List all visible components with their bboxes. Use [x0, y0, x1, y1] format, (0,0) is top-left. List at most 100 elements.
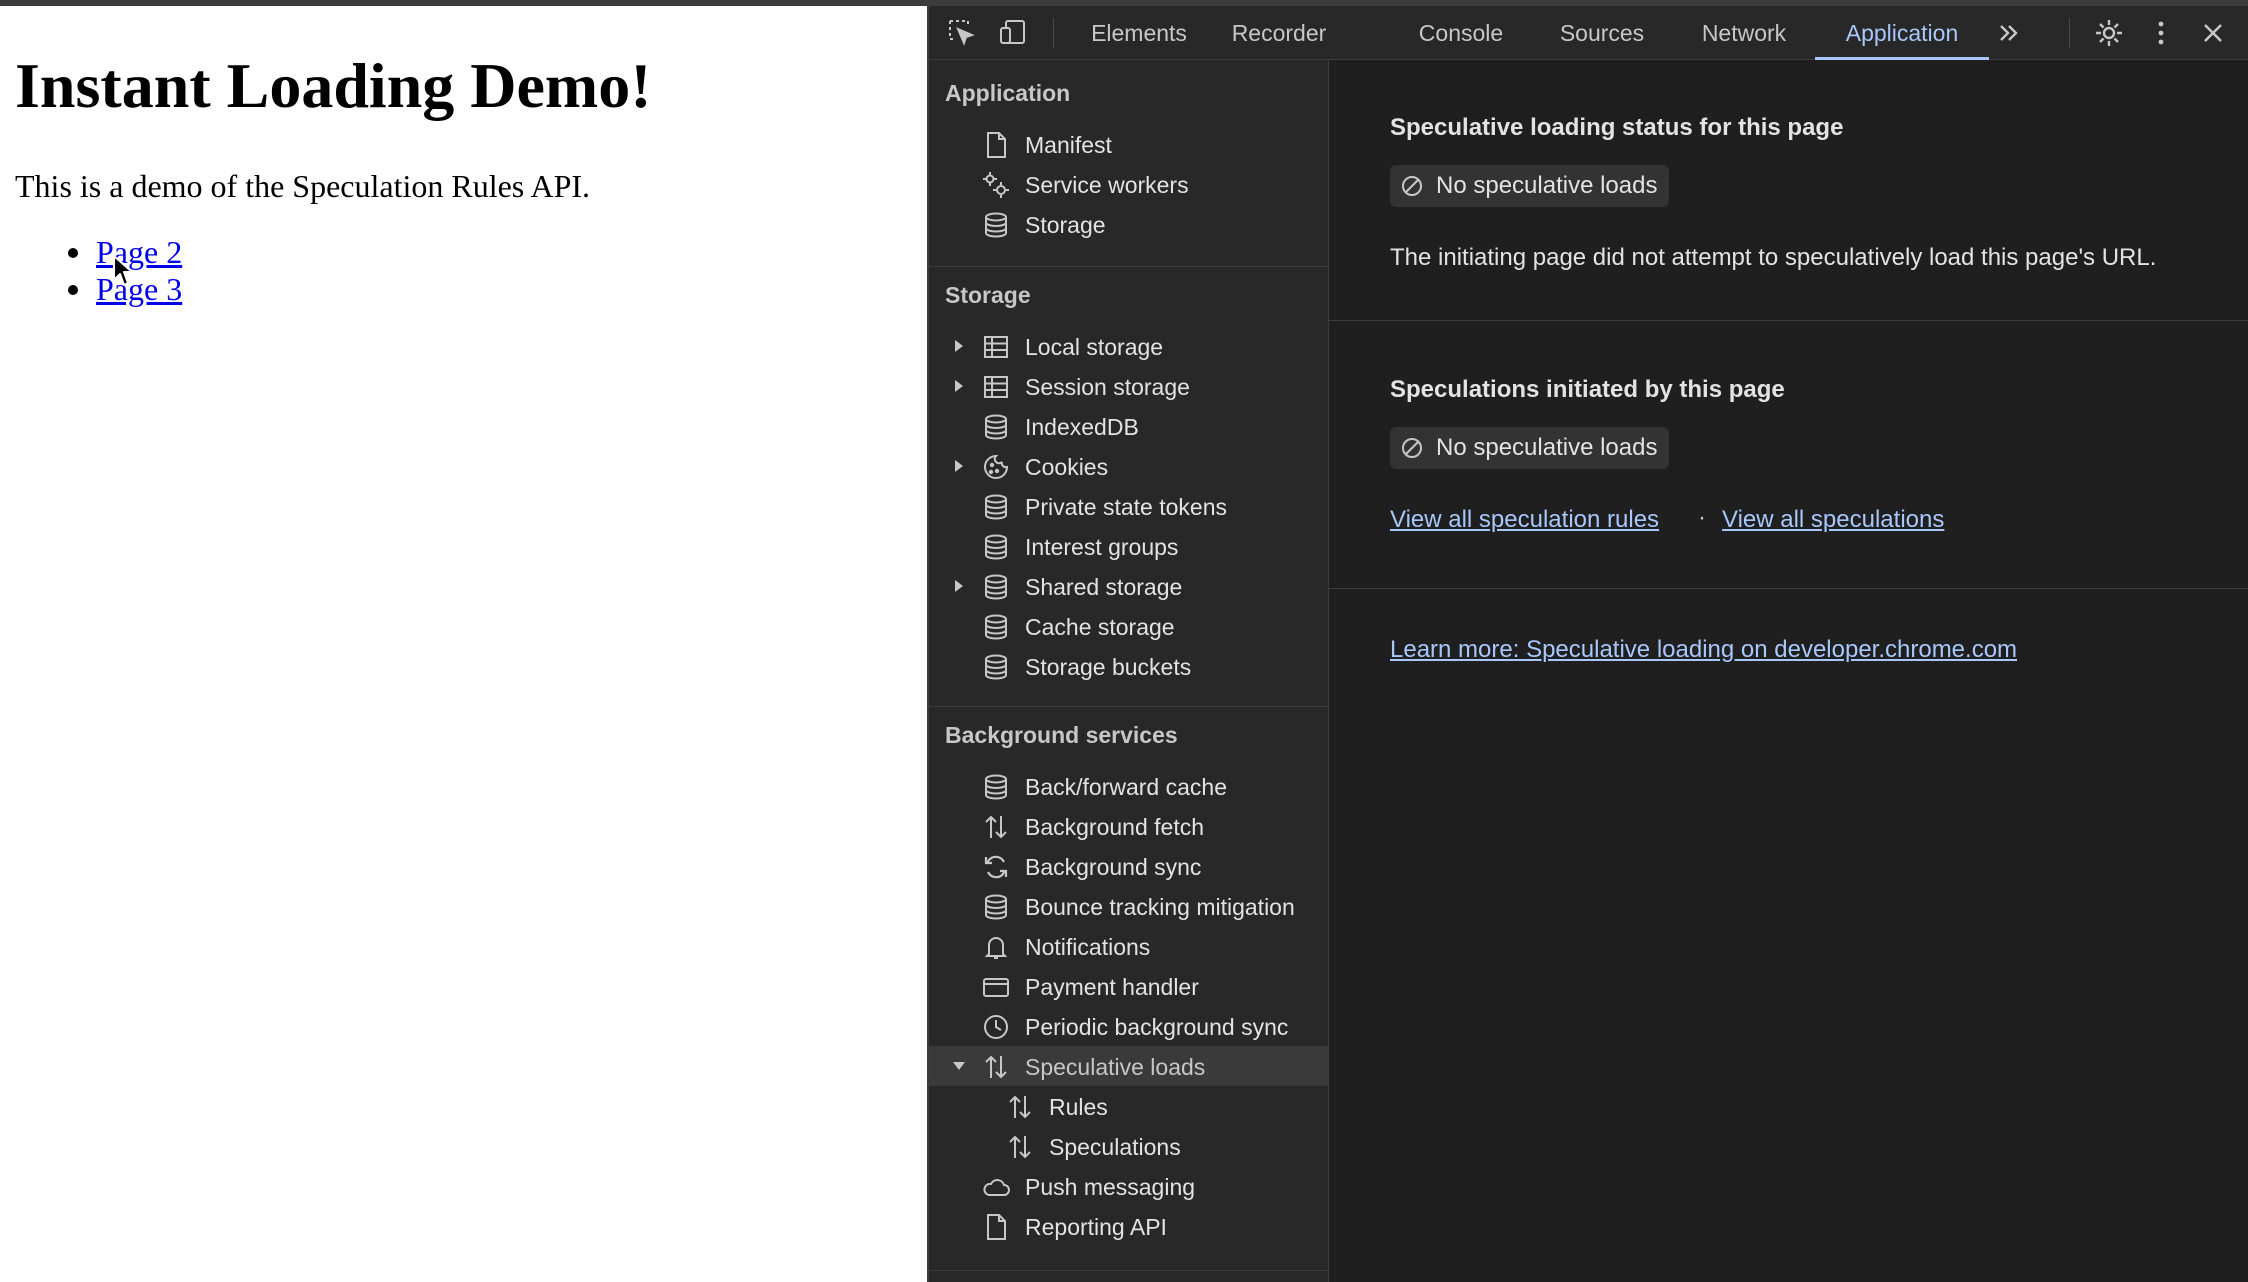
database-icon — [985, 654, 1007, 680]
block-icon — [1402, 438, 1422, 458]
section-divider — [929, 1270, 1328, 1271]
sidebar-item-reporting-api[interactable]: Reporting API — [929, 1206, 1328, 1246]
sidebar-item-label: Storage buckets — [1025, 654, 1192, 680]
sidebar-item-speculative-loads[interactable]: Speculative loads — [929, 1046, 1328, 1086]
gears-icon — [983, 172, 1009, 198]
tab-application[interactable]: Application — [1815, 6, 1989, 60]
table-icon — [984, 376, 1008, 398]
sidebar-item-label: Back/forward cache — [1025, 774, 1227, 800]
database-icon — [985, 414, 1007, 440]
devtools-toolbar: Elements Recorder Console Sources Networ… — [929, 6, 2248, 60]
expand-arrow-icon[interactable] — [951, 578, 967, 594]
sidebar-item-payment-handler[interactable]: Payment handler — [929, 966, 1328, 1006]
device-toolbar-icon[interactable] — [997, 16, 1031, 50]
section-header-application: Application — [945, 80, 1071, 106]
sidebar-item-back-forward-cache[interactable]: Back/forward cache — [929, 766, 1328, 806]
page-3-link[interactable]: Page 3 — [96, 271, 182, 307]
sidebar-item-private-state-tokens[interactable]: Private state tokens — [929, 486, 1328, 526]
sidebar-item-push-messaging[interactable]: Push messaging — [929, 1166, 1328, 1206]
sidebar-item-cookies[interactable]: Cookies — [929, 446, 1328, 486]
close-icon[interactable] — [2196, 16, 2230, 50]
expand-arrow-icon[interactable] — [951, 378, 967, 394]
sidebar-item-service-workers[interactable]: Service workers — [929, 164, 1328, 204]
status-badge-label: No speculative loads — [1436, 172, 1658, 199]
more-tabs-chevron-icon[interactable] — [1993, 16, 2027, 50]
tab-sources[interactable]: Sources — [1549, 6, 1655, 60]
sidebar-item-label: Local storage — [1025, 334, 1164, 360]
page-2-link[interactable]: Page 2 — [96, 234, 182, 270]
tab-elements[interactable]: Elements — [1079, 6, 1199, 60]
sidebar-item-label: Cookies — [1025, 454, 1109, 480]
mouse-cursor-icon — [113, 255, 133, 286]
devtools-panel: Elements Recorder Console Sources Networ… — [927, 6, 2248, 1282]
tab-network[interactable]: Network — [1689, 6, 1799, 60]
sidebar-item-label: Notifications — [1025, 934, 1151, 960]
database-icon — [985, 614, 1007, 640]
sidebar-item-cache-storage[interactable]: Cache storage — [929, 606, 1328, 646]
expand-arrow-icon[interactable] — [951, 458, 967, 474]
view-all-speculation-rules-link[interactable]: View all speculation rules — [1390, 506, 1659, 534]
section-divider — [929, 266, 1328, 267]
sidebar-item-speculations[interactable]: Speculations — [929, 1126, 1328, 1166]
cookie-icon — [984, 454, 1009, 479]
view-all-speculations-link[interactable]: View all speculations — [1722, 506, 1944, 534]
sidebar-item-storage-buckets[interactable]: Storage buckets — [929, 646, 1328, 686]
sidebar-item-label: Private state tokens — [1025, 494, 1227, 520]
block-icon — [1402, 176, 1422, 196]
sidebar-item-label: Cache storage — [1025, 614, 1175, 640]
sidebar-item-background-sync[interactable]: Background sync — [929, 846, 1328, 886]
status-section-title: Speculative loading status for this page — [1390, 114, 1844, 141]
sidebar-item-notifications[interactable]: Notifications — [929, 926, 1328, 966]
document-icon — [987, 1214, 1006, 1240]
database-icon — [985, 894, 1007, 920]
bell-icon — [984, 937, 1008, 959]
inspect-element-icon[interactable] — [945, 16, 979, 50]
sidebar-item-indexeddb[interactable]: IndexedDB — [929, 406, 1328, 446]
sidebar-item-rules[interactable]: Rules — [929, 1086, 1328, 1126]
sidebar-item-label: Background sync — [1025, 854, 1202, 880]
learn-more-link[interactable]: Learn more: Speculative loading on devel… — [1390, 636, 2017, 664]
list-item: Page 2 — [0, 234, 182, 271]
collapse-arrow-icon[interactable] — [951, 1058, 967, 1074]
database-icon — [985, 774, 1007, 800]
sidebar-item-label: Manifest — [1025, 132, 1112, 158]
clock-icon — [984, 1015, 1008, 1039]
list-item: Page 3 — [0, 271, 182, 308]
gear-icon[interactable] — [2092, 16, 2126, 50]
sidebar-item-background-fetch[interactable]: Background fetch — [929, 806, 1328, 846]
sidebar-item-periodic-background-sync[interactable]: Periodic background sync — [929, 1006, 1328, 1046]
transfer-arrows-icon — [1009, 1135, 1031, 1159]
sidebar-item-label: Push messaging — [1025, 1174, 1196, 1200]
speculative-loads-panel: Speculative loading status for this page… — [1329, 60, 2248, 1282]
section-divider — [929, 706, 1328, 707]
sidebar-item-interest-groups[interactable]: Interest groups — [929, 526, 1328, 566]
toolbar-separator — [2069, 18, 2070, 48]
initiated-section-title: Speculations initiated by this page — [1390, 376, 1785, 403]
table-icon — [984, 336, 1008, 358]
status-message: The initiating page did not attempt to s… — [1390, 244, 2157, 271]
application-sidebar: Application Manifest Service workers Sto… — [929, 60, 1329, 1282]
link-separator: · — [1698, 504, 1706, 531]
sidebar-item-shared-storage[interactable]: Shared storage — [929, 566, 1328, 606]
database-icon — [985, 212, 1007, 238]
sidebar-item-storage[interactable]: Storage — [929, 204, 1328, 244]
more-options-icon[interactable] — [2144, 16, 2178, 50]
sidebar-item-local-storage[interactable]: Local storage — [929, 326, 1328, 366]
sidebar-item-label: Periodic background sync — [1025, 1014, 1289, 1040]
section-divider — [1329, 320, 2248, 321]
tab-console[interactable]: Console — [1407, 6, 1515, 60]
sidebar-item-manifest[interactable]: Manifest — [929, 124, 1328, 164]
toolbar-separator — [1053, 18, 1054, 48]
section-header-background-services: Background services — [945, 722, 1178, 748]
tab-recorder[interactable]: Recorder — [1219, 6, 1339, 60]
sidebar-item-bounce-tracking-mitigation[interactable]: Bounce tracking mitigation — [929, 886, 1328, 926]
page-heading: Instant Loading Demo! — [15, 50, 652, 121]
sidebar-item-label: Service workers — [1025, 172, 1189, 198]
sidebar-item-session-storage[interactable]: Session storage — [929, 366, 1328, 406]
transfer-arrows-icon — [1009, 1095, 1031, 1119]
credit-card-icon — [983, 978, 1009, 997]
expand-arrow-icon[interactable] — [951, 338, 967, 354]
sidebar-item-label: Session storage — [1025, 374, 1190, 400]
web-page: Instant Loading Demo! This is a demo of … — [0, 6, 927, 1282]
sidebar-item-label: Speculative loads — [1025, 1054, 1206, 1080]
